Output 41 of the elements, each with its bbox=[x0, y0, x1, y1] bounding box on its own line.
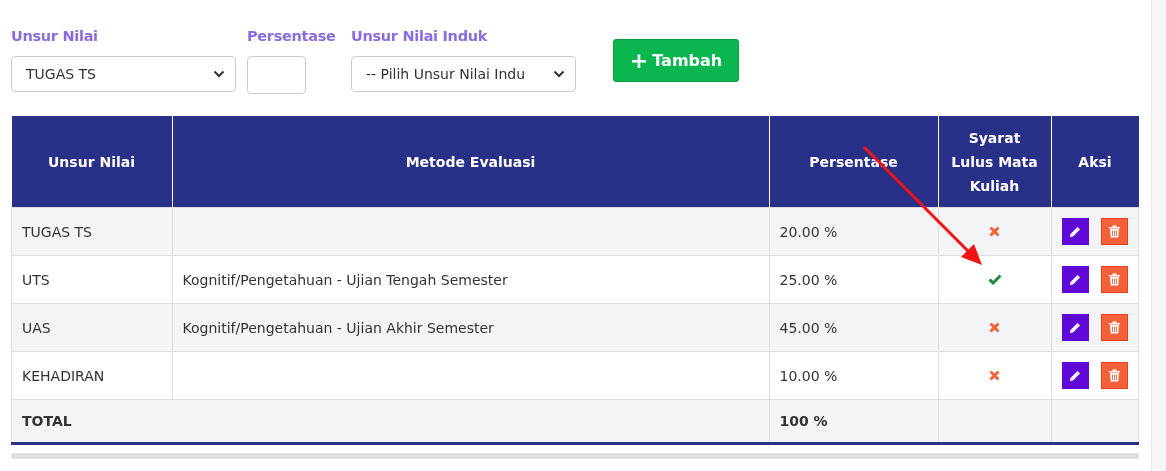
table-cell: 100 % bbox=[769, 399, 938, 444]
chevron-down-icon bbox=[553, 70, 565, 78]
input-field[interactable] bbox=[247, 56, 306, 94]
table-cell: TUGAS TS bbox=[11, 207, 172, 256]
table-cell: TOTAL bbox=[11, 399, 769, 444]
scrollbar[interactable] bbox=[11, 453, 1139, 459]
delete-button[interactable] bbox=[1100, 314, 1128, 341]
column-header: Aksi bbox=[1051, 116, 1139, 208]
pencil-icon bbox=[1069, 321, 1082, 334]
delete-button[interactable] bbox=[1100, 218, 1128, 245]
field-label: Unsur Nilai bbox=[11, 28, 99, 46]
table-cell: Kognitif/Pengetahuan - Ujian Tengah Semester bbox=[172, 255, 769, 304]
pencil-icon bbox=[1069, 273, 1082, 286]
pencil-icon bbox=[1069, 369, 1082, 382]
column-header: Metode Evaluasi bbox=[172, 116, 769, 208]
column-header: Unsur Nilai bbox=[11, 116, 172, 208]
table-cell: Kognitif/Pengetahuan - Ujian Akhir Semester bbox=[172, 303, 769, 352]
select-field[interactable]: TUGAS TS bbox=[11, 56, 236, 92]
table-cell: 20.00 % bbox=[769, 207, 938, 256]
delete-button[interactable] bbox=[1100, 266, 1128, 293]
trash-icon bbox=[1108, 369, 1120, 382]
table-cell: KEHADIRAN bbox=[11, 351, 172, 400]
chevron-down-icon bbox=[213, 70, 225, 78]
table-cell: UTS bbox=[11, 255, 172, 304]
table-cell: 45.00 % bbox=[769, 303, 938, 352]
edit-button[interactable] bbox=[1061, 362, 1089, 389]
table-cell: UAS bbox=[11, 303, 172, 352]
field-label: Unsur Nilai Induk bbox=[351, 28, 489, 46]
trash-icon bbox=[1108, 225, 1120, 238]
select-field[interactable]: -- Pilih Unsur Nilai Indu bbox=[351, 56, 576, 92]
pencil-icon bbox=[1069, 225, 1082, 238]
table-cell: 10.00 % bbox=[769, 351, 938, 400]
trash-icon bbox=[1108, 321, 1120, 334]
trash-icon bbox=[1108, 273, 1120, 286]
delete-button[interactable] bbox=[1100, 362, 1128, 389]
field-label: Persentase bbox=[247, 28, 336, 46]
edit-button[interactable] bbox=[1061, 266, 1089, 293]
edit-button[interactable] bbox=[1061, 218, 1089, 245]
table-cell: 25.00 % bbox=[769, 255, 938, 304]
edit-button[interactable] bbox=[1061, 314, 1089, 341]
column-header: Syarat Lulus Mata Kuliah bbox=[938, 116, 1051, 208]
